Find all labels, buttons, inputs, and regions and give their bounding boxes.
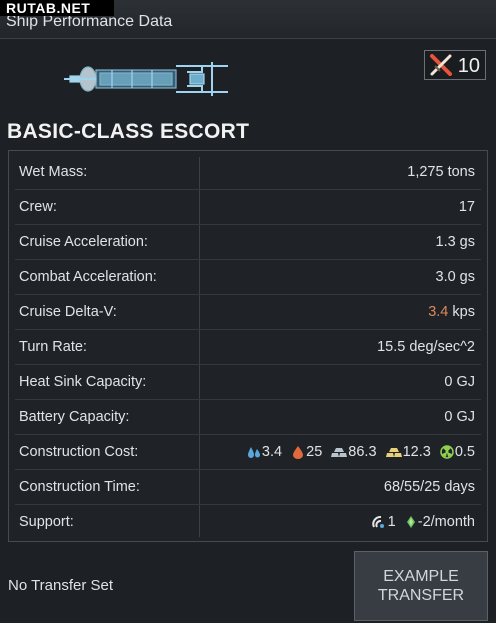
cost-noble-metals: 12.3 <box>385 444 431 460</box>
stat-row-heat-sink: Heat Sink Capacity: 0 GJ <box>15 365 481 400</box>
cost-volatiles: 25 <box>291 444 322 460</box>
support-values: 1 -2/month <box>366 514 475 533</box>
water-icon <box>247 447 260 458</box>
stat-label: Construction Time: <box>19 479 140 495</box>
combat-value-badge: 10 <box>424 50 486 80</box>
stat-row-wet-mass: Wet Mass: 1,275 tons <box>15 155 481 190</box>
stat-row-crew: Crew: 17 <box>15 190 481 225</box>
stat-row-cruise-delta-v: Cruise Delta-V: 3.4 kps <box>15 295 481 330</box>
noble-metals-icon <box>385 448 402 457</box>
stat-label: Heat Sink Capacity: <box>19 374 147 390</box>
combat-value: 10 <box>457 55 480 77</box>
metals-icon <box>331 448 348 457</box>
stat-value: 15.5 deg/sec^2 <box>377 339 475 355</box>
mission-control-icon <box>372 515 384 528</box>
support-mission-control: 1 <box>371 514 396 530</box>
stat-label: Battery Capacity: <box>19 409 130 425</box>
support-mission-control-value: 1 <box>387 514 396 530</box>
stat-value: 0 GJ <box>444 374 475 390</box>
stat-label: Crew: <box>19 199 57 215</box>
stat-row-support: Support: 1 -2/month <box>15 505 481 539</box>
stat-row-battery: Battery Capacity: 0 GJ <box>15 400 481 435</box>
stat-row-turn-rate: Turn Rate: 15.5 deg/sec^2 <box>15 330 481 365</box>
stat-row-cruise-acceleration: Cruise Acceleration: 1.3 gs <box>15 225 481 260</box>
stat-label: Wet Mass: <box>19 164 88 180</box>
support-money: -2/month <box>405 514 475 530</box>
stat-label: Turn Rate: <box>19 339 87 355</box>
stat-label: Support: <box>19 514 74 530</box>
ship-image <box>64 62 228 96</box>
transfer-status: No Transfer Set <box>8 577 114 594</box>
stat-value: 3.4 kps <box>428 304 475 320</box>
volatiles-icon <box>293 446 304 459</box>
stat-row-combat-acceleration: Combat Acceleration: 3.0 gs <box>15 260 481 295</box>
cost-metals: 86.3 <box>331 444 377 460</box>
example-transfer-button[interactable]: EXAMPLE TRANSFER <box>354 551 488 621</box>
stat-value: 0 GJ <box>444 409 475 425</box>
support-money-value: -2/month <box>417 514 475 530</box>
cost-fissiles-value: 0.5 <box>454 444 475 460</box>
watermark: RUTAB.NET <box>0 0 114 16</box>
stats-table: Wet Mass: 1,275 tons Crew: 17 Cruise Acc… <box>8 150 488 542</box>
stat-value: 1.3 gs <box>435 234 476 250</box>
cost-water: 3.4 <box>247 444 282 460</box>
crossed-swords-icon <box>430 54 452 76</box>
stat-value: 68/55/25 days <box>383 479 475 495</box>
cost-metals-value: 86.3 <box>348 444 377 460</box>
construction-cost-values: 3.4 25 86.3 12.3 0.5 <box>242 444 475 463</box>
delta-v-value: 3.4 <box>428 304 449 320</box>
cost-noble-metals-value: 12.3 <box>402 444 431 460</box>
ship-class-name: BASIC-CLASS ESCORT <box>7 120 250 143</box>
cost-fissiles: 0.5 <box>440 444 475 460</box>
cost-water-value: 3.4 <box>261 444 283 460</box>
stat-value: 17 <box>458 199 475 215</box>
stat-row-construction-time: Construction Time: 68/55/25 days <box>15 470 481 505</box>
cost-volatiles-value: 25 <box>306 444 323 460</box>
example-transfer-button-label: EXAMPLE TRANSFER <box>377 568 465 604</box>
stat-row-construction-cost: Construction Cost: 3.4 25 86.3 12.3 0.5 <box>15 435 481 470</box>
stat-label: Cruise Delta-V: <box>19 304 117 320</box>
money-icon <box>406 516 415 528</box>
stat-label: Cruise Acceleration: <box>19 234 148 250</box>
fissiles-icon <box>440 445 454 459</box>
stat-value: 3.0 gs <box>435 269 476 285</box>
stat-label: Construction Cost: <box>19 444 139 460</box>
stat-label: Combat Acceleration: <box>19 269 157 285</box>
stat-value: 1,275 tons <box>407 164 475 180</box>
delta-v-unit: kps <box>452 304 475 320</box>
